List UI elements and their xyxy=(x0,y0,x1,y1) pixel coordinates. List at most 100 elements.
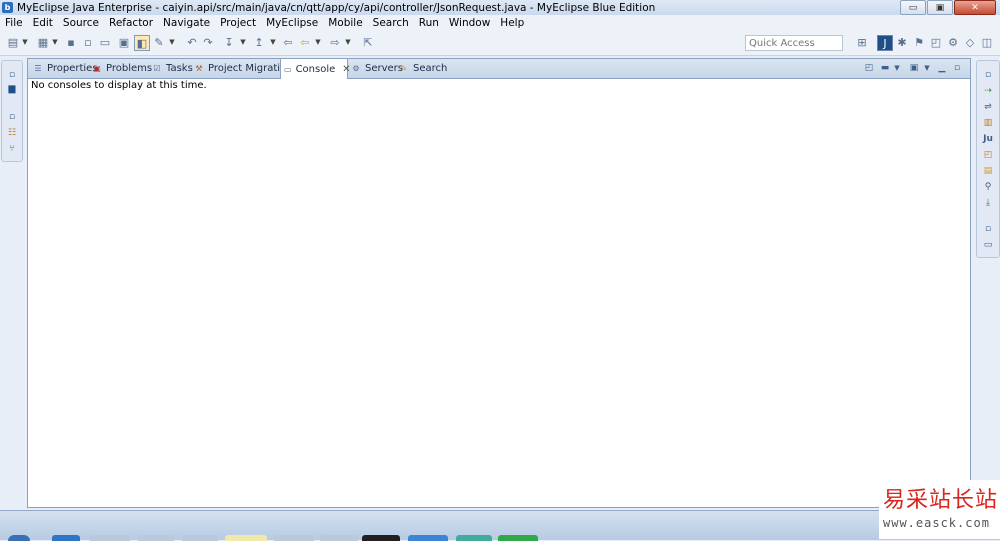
close-button[interactable]: ✕ xyxy=(954,0,996,15)
taskbar-app-icon[interactable] xyxy=(182,535,218,541)
taskbar-app-icon[interactable] xyxy=(274,535,314,541)
outline-icon[interactable]: ☷ xyxy=(6,127,18,139)
menu-window[interactable]: Window xyxy=(444,17,495,29)
database-perspective-icon[interactable]: ⚙ xyxy=(946,35,960,49)
taskbar-app-icon[interactable] xyxy=(52,535,80,541)
maximize-button[interactable]: ▣ xyxy=(927,0,953,15)
console-empty-message: No consoles to display at this time. xyxy=(31,80,207,91)
taskbar-app-icon[interactable] xyxy=(320,535,358,541)
junit-icon[interactable]: Ju xyxy=(982,133,994,145)
quick-access-input[interactable] xyxy=(745,35,843,51)
print-icon[interactable]: ▭ xyxy=(98,35,112,49)
menu-myeclipse[interactable]: MyEclipse xyxy=(261,17,323,29)
display-console-dropdown-icon[interactable]: ▼ xyxy=(893,61,901,75)
new-console-dropdown-icon[interactable]: ▼ xyxy=(923,61,931,75)
new-project-icon[interactable]: ▦ xyxy=(36,35,50,49)
start-orb-icon[interactable] xyxy=(8,535,30,541)
menu-search[interactable]: Search xyxy=(368,17,414,29)
new-icon[interactable]: ▤ xyxy=(6,35,20,49)
tab-console[interactable]: ▭ Console ✕ xyxy=(280,58,351,79)
problems-icon: ▣ xyxy=(93,64,101,73)
menu-refactor[interactable]: Refactor xyxy=(104,17,158,29)
tab-tasks[interactable]: ☑ Tasks xyxy=(152,59,192,78)
taskbar-app-icon[interactable] xyxy=(362,535,400,541)
tab-label: Servers xyxy=(365,63,404,74)
menu-help[interactable]: Help xyxy=(495,17,529,29)
restore-icon[interactable]: ▫ xyxy=(982,69,994,81)
menu-bar: File Edit Source Refactor Navigate Proje… xyxy=(0,15,1000,31)
next-edit-icon[interactable]: ↧ xyxy=(222,35,236,49)
resource-perspective-icon[interactable]: ◰ xyxy=(929,35,943,49)
tab-project-migration[interactable]: ⚒ Project Migration xyxy=(194,59,292,78)
pin-editor-icon[interactable]: ⇱ xyxy=(361,35,375,49)
tab-problems[interactable]: ▣ Problems xyxy=(92,59,152,78)
image-preview-icon[interactable]: ▥ xyxy=(982,117,994,129)
tab-label: Problems xyxy=(106,63,153,74)
last-edit-icon[interactable]: ⇦ xyxy=(281,35,295,49)
hierarchy-icon[interactable]: ⑂ xyxy=(6,143,18,155)
call-hierarchy-icon[interactable]: ⚲ xyxy=(982,181,994,193)
new-dropdown-icon[interactable]: ▼ xyxy=(22,35,28,49)
snippets-icon[interactable]: ⇌ xyxy=(982,101,994,113)
java-perspective-icon[interactable]: J xyxy=(877,35,893,51)
taskbar-app-icon[interactable] xyxy=(408,535,448,541)
open-console-icon[interactable]: ◰ xyxy=(863,61,875,75)
taskbar-app-icon[interactable] xyxy=(90,535,130,541)
taskbar-app-icon[interactable] xyxy=(138,535,174,541)
maximize-view-icon[interactable]: ▫ xyxy=(952,61,962,75)
menu-run[interactable]: Run xyxy=(414,17,444,29)
tab-search[interactable]: ✎ Search xyxy=(399,59,448,78)
git-perspective-icon[interactable]: ◇ xyxy=(963,35,977,49)
taskbar-app-icon[interactable] xyxy=(225,535,267,541)
display-console-icon[interactable]: ▬ xyxy=(879,61,891,75)
tab-label: Console xyxy=(295,63,336,75)
new-project-dropdown-icon[interactable]: ▼ xyxy=(52,35,58,49)
migration-icon: ⚒ xyxy=(195,64,203,73)
save-all-icon[interactable]: ▫ xyxy=(81,35,95,49)
package-explorer-icon[interactable]: ▆ xyxy=(6,83,18,95)
prev-annotation-icon[interactable]: ↶ xyxy=(185,35,199,49)
next-annotation-icon[interactable]: ↷ xyxy=(201,35,215,49)
restore-icon[interactable]: ▫ xyxy=(6,111,18,123)
palette-icon[interactable]: ▭ xyxy=(982,239,994,251)
toggle-mark-icon[interactable]: ◧ xyxy=(134,35,150,51)
taskbar-app-icon[interactable] xyxy=(498,535,538,541)
menu-file[interactable]: File xyxy=(0,17,28,29)
restore-icon[interactable]: ▫ xyxy=(982,223,994,235)
menu-project[interactable]: Project xyxy=(215,17,261,29)
open-type-icon[interactable]: ▣ xyxy=(117,35,131,49)
tasks-icon: ☑ xyxy=(153,64,161,73)
workspace-icon[interactable]: ◰ xyxy=(982,149,994,161)
restore-icon[interactable]: ▫ xyxy=(6,69,18,81)
forward-icon[interactable]: ⇨ xyxy=(328,35,342,49)
open-perspective-icon[interactable]: ⊞ xyxy=(855,35,869,49)
build-icon[interactable]: ✎ xyxy=(152,35,166,49)
back-dropdown-icon[interactable]: ▼ xyxy=(315,35,321,49)
save-icon[interactable]: ▪ xyxy=(64,35,78,49)
download-icon[interactable]: ⤓ xyxy=(982,197,994,209)
menu-mobile[interactable]: Mobile xyxy=(323,17,367,29)
os-taskbar xyxy=(0,510,1000,541)
next-edit-dropdown-icon[interactable]: ▼ xyxy=(240,35,246,49)
close-tab-icon[interactable]: ✕ xyxy=(342,64,350,75)
forward-dropdown-icon[interactable]: ▼ xyxy=(345,35,351,49)
taskbar-app-icon[interactable] xyxy=(456,535,492,541)
menu-edit[interactable]: Edit xyxy=(28,17,58,29)
title-bar: b MyEclipse Java Enterprise - caiyin.api… xyxy=(0,0,1000,15)
servers-view-icon[interactable]: ⇢ xyxy=(982,85,994,97)
tab-properties[interactable]: ☰ Properties xyxy=(33,59,97,78)
debug-perspective-icon[interactable]: ✱ xyxy=(895,35,909,49)
back-icon[interactable]: ⇦ xyxy=(298,35,312,49)
minimize-view-icon[interactable]: ▁ xyxy=(937,61,947,75)
team-perspective-icon[interactable]: ⚑ xyxy=(912,35,926,49)
menu-navigate[interactable]: Navigate xyxy=(158,17,215,29)
tab-servers[interactable]: ⚙ Servers xyxy=(351,59,403,78)
menu-source[interactable]: Source xyxy=(58,17,104,29)
new-console-icon[interactable]: ▣ xyxy=(908,61,920,75)
prev-edit-icon[interactable]: ↥ xyxy=(252,35,266,49)
myeclipse-perspective-icon[interactable]: ◫ xyxy=(980,35,994,49)
minimize-button[interactable]: ▭ xyxy=(900,0,926,15)
prev-edit-dropdown-icon[interactable]: ▼ xyxy=(270,35,276,49)
bookmarks-icon[interactable]: ▤ xyxy=(982,165,994,177)
build-dropdown-icon[interactable]: ▼ xyxy=(169,35,175,49)
